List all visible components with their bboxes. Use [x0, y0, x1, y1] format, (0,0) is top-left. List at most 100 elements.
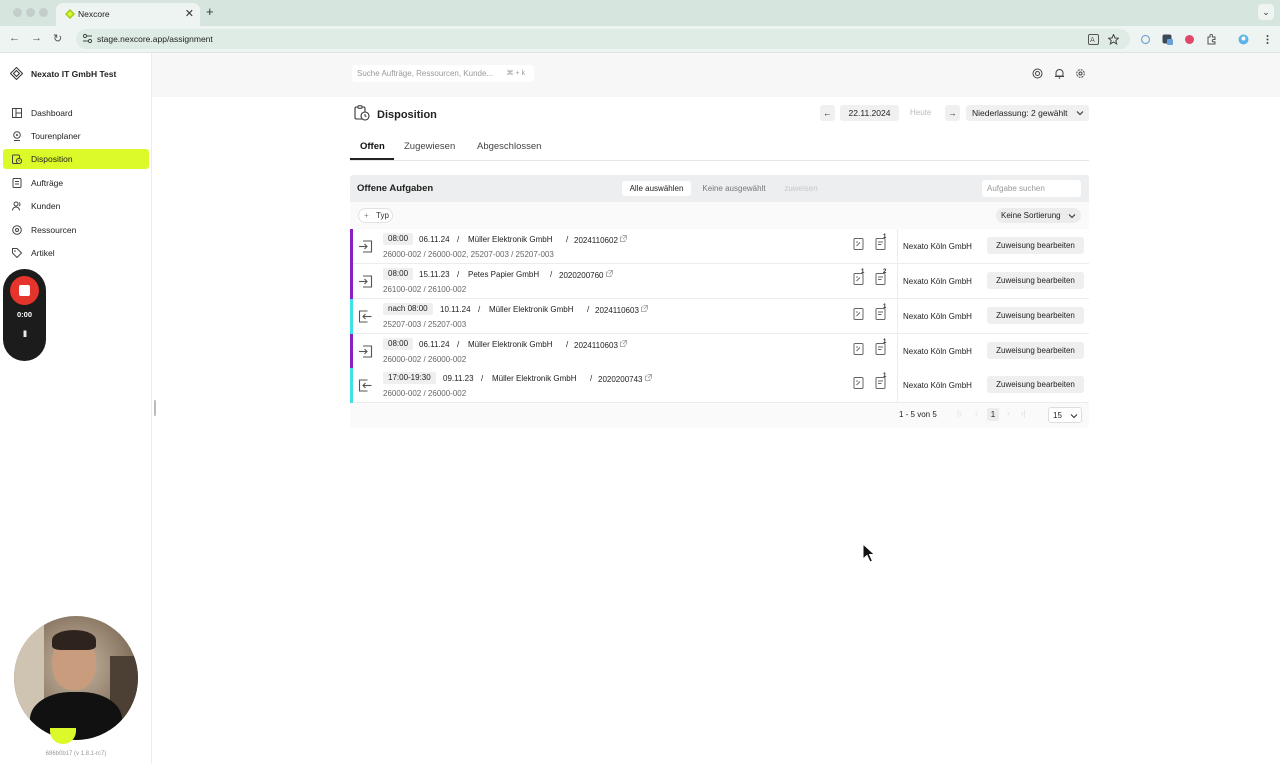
external-link-icon: [620, 340, 628, 347]
separator: /: [587, 305, 590, 314]
edit-assignment-button[interactable]: Zuweisung bearbeiten: [987, 342, 1084, 359]
current-page[interactable]: 1: [987, 408, 999, 421]
bookmark-star-icon[interactable]: [1108, 34, 1119, 45]
url-text[interactable]: stage.nexcore.app/assignment: [97, 34, 213, 44]
row-divider: [897, 299, 898, 334]
prev-page-button[interactable]: ‹: [975, 409, 978, 418]
last-page-button[interactable]: ›|: [1021, 409, 1026, 418]
edit-assignment-button[interactable]: Zuweisung bearbeiten: [987, 376, 1084, 393]
sidebar-item-label: Tourenplaner: [31, 131, 81, 141]
table-row[interactable]: 08:00 06.11.24 / Müller Elektronik GmbH / 202…: [350, 334, 1089, 369]
task-order-link[interactable]: 2020200760: [559, 270, 613, 280]
sidebar-item-label: Kunden: [31, 201, 61, 211]
notification-bell-icon[interactable]: [1054, 68, 1065, 79]
edit-assignment-button[interactable]: Zuweisung bearbeiten: [987, 237, 1084, 254]
browser-menu-icon[interactable]: [1262, 34, 1273, 45]
task-order-link[interactable]: 2024110602: [574, 235, 628, 245]
address-bar[interactable]: stage.nexcore.app/assignment: [76, 29, 1130, 49]
task-order-link[interactable]: 2024110603: [595, 305, 649, 315]
chevron-down-icon: [1068, 214, 1076, 219]
extension-circle-icon[interactable]: [1140, 34, 1151, 45]
help-lifebuoy-icon[interactable]: [1032, 68, 1043, 79]
task-order-link[interactable]: 2020200743: [598, 374, 652, 384]
browser-toolbar: ← → ↻ stage.nexcore.app/assignment A: [0, 26, 1280, 53]
recording-time: 0:00: [16, 310, 32, 319]
table-row[interactable]: nach 08:00 10.11.24 / Müller Elektronik Gmb…: [350, 299, 1089, 334]
task-customer: Müller Elektronik GmbH: [468, 235, 553, 244]
settings-gear-icon[interactable]: [1075, 68, 1086, 79]
reload-button[interactable]: ↻: [53, 32, 62, 45]
branch-select[interactable]: Niederlassung: 2 gewählt: [966, 105, 1089, 121]
global-search-input[interactable]: Suche Aufträge, Ressourcen, Kunde... ⌘ +…: [352, 65, 534, 82]
row-divider: [897, 368, 898, 403]
tab-search-chevron-icon[interactable]: ⌄: [1258, 4, 1274, 20]
inbound-arrow-icon: [358, 379, 372, 392]
sidebar-item-ressourcen[interactable]: Ressourcen: [3, 220, 149, 240]
profile-avatar-icon[interactable]: [1238, 34, 1249, 45]
separator: /: [566, 235, 569, 244]
extension-grid-icon[interactable]: [1162, 34, 1173, 45]
server-icon: [12, 225, 22, 235]
forward-button[interactable]: →: [31, 32, 42, 44]
new-tab-button[interactable]: +: [206, 4, 214, 19]
none-selected-button[interactable]: Keine ausgewählt: [696, 181, 772, 196]
attachment-doc-icon[interactable]: [853, 377, 864, 389]
sidebar-resize-handle[interactable]: [154, 400, 156, 416]
sidebar-item-kunden[interactable]: Kunden: [3, 196, 149, 216]
separator: /: [550, 270, 553, 279]
date-next-button[interactable]: →: [945, 105, 960, 121]
browser-tab-nexcore[interactable]: Nexcore ✕: [56, 3, 200, 26]
tab-close-icon[interactable]: ✕: [185, 7, 194, 20]
tab-zugewiesen[interactable]: Zugewiesen: [404, 141, 455, 152]
sidebar-item-auftraege[interactable]: Aufträge: [3, 173, 149, 193]
task-order-link[interactable]: 2024110603: [574, 340, 628, 350]
tab-title: Nexcore: [78, 9, 110, 19]
window-minimize-dot[interactable]: [26, 8, 35, 17]
today-button[interactable]: Heute: [910, 108, 931, 117]
task-order-number: 2024110602: [574, 236, 618, 245]
back-button[interactable]: ←: [9, 32, 20, 44]
table-row[interactable]: 17:00-19:30 09.11.23 / Müller Elektronik Gm…: [350, 368, 1089, 403]
attachment-doc-icon[interactable]: [853, 238, 864, 250]
task-search-input[interactable]: [982, 180, 1081, 197]
page-size-select[interactable]: 15: [1048, 407, 1082, 423]
edit-assignment-button[interactable]: Zuweisung bearbeiten: [987, 272, 1084, 289]
task-article-numbers: 26000-002 / 26000-002, 25207-003 / 25207…: [383, 250, 554, 259]
task-order-number: 2024110603: [595, 306, 639, 315]
sidebar-item-artikel[interactable]: Artikel: [3, 243, 149, 263]
site-settings-icon[interactable]: [82, 33, 93, 44]
table-row[interactable]: 08:00 15.11.23 / Petes Papier GmbH / 20202007…: [350, 264, 1089, 299]
window-zoom-dot[interactable]: [39, 8, 48, 17]
assign-button[interactable]: zuweisen: [778, 181, 824, 196]
separator: /: [590, 374, 593, 383]
table-row[interactable]: 08:00 06.11.24 / Müller Elektronik GmbH / 202…: [350, 229, 1089, 264]
pause-recording-button[interactable]: II: [3, 329, 46, 339]
translate-icon[interactable]: A: [1088, 34, 1099, 45]
time-window-chip: 08:00: [383, 338, 414, 350]
attachment-doc-icon[interactable]: [853, 343, 864, 355]
window-close-dot[interactable]: [13, 8, 22, 17]
type-filter-button[interactable]: + Typ: [358, 208, 393, 223]
extensions-puzzle-icon[interactable]: [1206, 34, 1217, 45]
attachment-doc-icon[interactable]: [853, 308, 864, 320]
task-order-number: 2024110603: [574, 341, 618, 350]
date-picker[interactable]: 22.11.2024: [840, 105, 899, 121]
tab-offen[interactable]: Offen: [360, 141, 385, 152]
row-divider: [897, 264, 898, 299]
screen-recorder-widget: 0:00 II: [3, 269, 46, 361]
tab-abgeschlossen[interactable]: Abgeschlossen: [477, 141, 541, 152]
sort-select[interactable]: Keine Sortierung: [996, 208, 1081, 223]
edit-assignment-button[interactable]: Zuweisung bearbeiten: [987, 307, 1084, 324]
date-prev-button[interactable]: ←: [820, 105, 835, 121]
webcam-bubble[interactable]: [14, 616, 138, 740]
sidebar-item-tourenplaner[interactable]: Tourenplaner: [3, 126, 149, 146]
task-customer: Petes Papier GmbH: [468, 270, 540, 279]
select-all-button[interactable]: Alle auswählen: [622, 181, 691, 196]
sidebar-item-dashboard[interactable]: Dashboard: [3, 103, 149, 123]
first-page-button[interactable]: |‹: [957, 409, 962, 418]
stop-recording-button[interactable]: [10, 276, 39, 305]
next-page-button[interactable]: ›: [1007, 409, 1010, 418]
sidebar-item-disposition[interactable]: Disposition: [3, 149, 149, 169]
webcam-person-body: [30, 692, 122, 740]
extension-red-icon[interactable]: [1184, 34, 1195, 45]
